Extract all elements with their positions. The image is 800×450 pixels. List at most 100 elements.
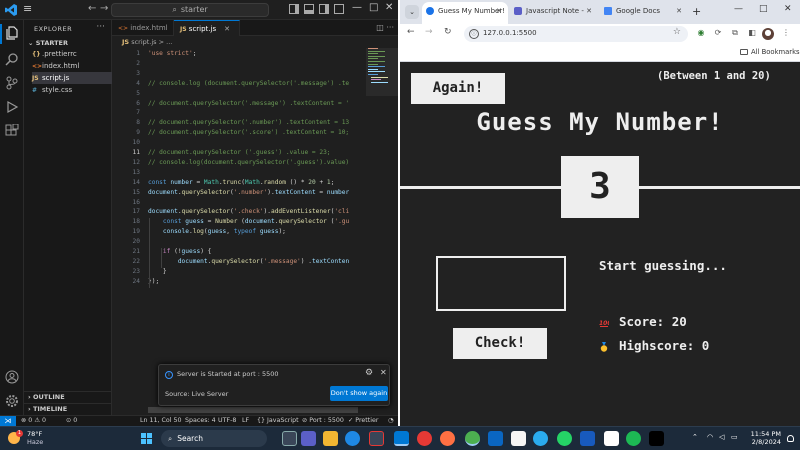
new-tab-button[interactable]: + bbox=[692, 5, 701, 18]
remote-icon[interactable]: ⋊ bbox=[0, 416, 16, 426]
minimap[interactable] bbox=[368, 48, 392, 88]
word-icon[interactable] bbox=[580, 431, 595, 446]
layout-icon[interactable] bbox=[334, 4, 344, 14]
back-arrow-icon[interactable]: ← bbox=[88, 3, 96, 14]
chrome-menu-icon[interactable]: ⋮ bbox=[780, 28, 792, 40]
code-line[interactable]: // document.querySelector('.number') .te… bbox=[148, 119, 349, 126]
taskbar-search[interactable]: ⌕ Search bbox=[161, 430, 267, 447]
linkedin-icon[interactable] bbox=[488, 431, 503, 446]
explorer-files-icon[interactable] bbox=[5, 26, 19, 40]
battery-icon[interactable]: ▭ bbox=[731, 433, 738, 441]
language-status[interactable]: {} JavaScript bbox=[257, 417, 299, 424]
folder-starter[interactable]: ⌄ STARTER bbox=[28, 39, 68, 47]
tab-script-js[interactable]: JS script.js ✕ bbox=[174, 20, 240, 36]
extension-grammar-icon[interactable]: ◉ bbox=[695, 28, 707, 40]
menu-icon[interactable]: ≡ bbox=[23, 2, 32, 15]
code-line[interactable]: // document.querySelector('.score') .tex… bbox=[148, 129, 349, 136]
code-line[interactable]: // console.log(document.querySelector('.… bbox=[148, 159, 349, 166]
code-line[interactable]: document.querySelector('.check').addEven… bbox=[148, 208, 349, 215]
source-control-icon[interactable] bbox=[5, 76, 19, 90]
code-line[interactable]: if (!guess) { bbox=[148, 248, 211, 255]
extension-refresh-icon[interactable]: ⟳ bbox=[712, 28, 724, 40]
url-text[interactable]: 127.0.0.1:5500 bbox=[483, 29, 537, 37]
tray-chevron-up-icon[interactable]: ⌃ bbox=[692, 433, 698, 441]
prettier-status[interactable]: ✓ Prettier bbox=[348, 417, 378, 424]
code-line[interactable]: const guess = Number (document.querySele… bbox=[148, 218, 349, 225]
forward-arrow-icon[interactable]: → bbox=[100, 3, 108, 14]
edge-icon[interactable] bbox=[345, 431, 360, 446]
tab-search-chevron-icon[interactable]: ⌄ bbox=[405, 5, 419, 19]
dont-show-again-button[interactable]: Don't show again bbox=[330, 386, 388, 401]
close-tab-icon[interactable]: ✕ bbox=[496, 2, 502, 20]
taskbar-clock[interactable]: 11:54 PM 2/8/2024 bbox=[743, 430, 781, 446]
chrome-taskbar-icon[interactable] bbox=[465, 431, 480, 446]
close-icon[interactable]: ✕ bbox=[385, 2, 393, 13]
live-server-port-status[interactable]: ⊘ Port : 5500 bbox=[302, 417, 344, 424]
task-view-icon[interactable] bbox=[282, 431, 297, 446]
notification-bell-icon[interactable]: ◔ bbox=[388, 417, 394, 424]
close-tab-icon[interactable]: ✕ bbox=[676, 2, 682, 20]
firefox-icon[interactable] bbox=[440, 431, 455, 446]
site-info-icon[interactable]: ⓘ bbox=[469, 29, 479, 39]
close-tab-icon[interactable]: ✕ bbox=[586, 2, 592, 20]
editor-actions-icon[interactable]: ◫ ··· bbox=[376, 23, 394, 32]
code-line[interactable]: document.querySelector('.number').textCo… bbox=[148, 189, 349, 196]
code-line[interactable]: // document.querySelector('.message') .t… bbox=[148, 100, 349, 107]
outline-section[interactable]: › OUTLINE bbox=[24, 391, 112, 403]
windows-start-icon[interactable] bbox=[141, 433, 153, 445]
speaker-icon[interactable]: ◁ bbox=[719, 433, 724, 441]
gear-icon[interactable]: ⚙ bbox=[365, 368, 373, 378]
telegram-icon[interactable] bbox=[533, 431, 548, 446]
profile-avatar[interactable]: ● bbox=[762, 28, 774, 40]
git-icon[interactable] bbox=[417, 431, 432, 446]
search-icon[interactable] bbox=[5, 52, 19, 66]
maximize-icon[interactable]: □ bbox=[369, 2, 378, 13]
code-line[interactable]: const number = Math.trunc(Math.random ()… bbox=[148, 179, 334, 186]
reload-icon[interactable]: ↻ bbox=[444, 27, 452, 37]
capcut-icon[interactable] bbox=[511, 431, 526, 446]
again-button[interactable]: Again! bbox=[411, 73, 505, 104]
code-line[interactable]: } bbox=[148, 268, 167, 275]
check-button[interactable]: Check! bbox=[453, 328, 547, 359]
run-debug-icon[interactable] bbox=[5, 100, 19, 114]
close-icon[interactable]: ✕ bbox=[784, 4, 792, 14]
extensions-icon[interactable] bbox=[5, 124, 19, 138]
more-actions-icon[interactable]: ··· bbox=[96, 22, 105, 32]
indentation-status[interactable]: Spaces: 4 bbox=[185, 417, 216, 424]
file-explorer-icon[interactable] bbox=[323, 431, 338, 446]
tab-index-html[interactable]: <> index.html bbox=[112, 20, 174, 36]
code-line[interactable]: 'use strict'; bbox=[148, 50, 196, 57]
file-index-html[interactable]: <>index.html bbox=[32, 60, 112, 72]
settings-gear-icon[interactable] bbox=[5, 394, 19, 408]
vscode-taskbar-icon[interactable] bbox=[394, 431, 409, 446]
file-script-js[interactable]: JS script.js bbox=[32, 72, 112, 84]
spotify-icon[interactable] bbox=[626, 431, 641, 446]
maximize-icon[interactable]: □ bbox=[759, 4, 768, 14]
store-icon[interactable] bbox=[369, 431, 384, 446]
ports-status[interactable]: ⊙ 0 bbox=[66, 417, 77, 424]
music-icon[interactable] bbox=[604, 431, 619, 446]
wifi-icon[interactable]: ◠ bbox=[707, 433, 713, 441]
file-style-css[interactable]: # style.css bbox=[32, 84, 112, 96]
toggle-sidebar-icon[interactable] bbox=[289, 4, 299, 14]
address-bar[interactable]: ⓘ 127.0.0.1:5500 ☆ bbox=[464, 26, 688, 42]
tab-javascript-note[interactable]: Javascript Note - ✕ bbox=[510, 2, 598, 22]
all-bookmarks-button[interactable]: All Bookmarks bbox=[740, 48, 800, 56]
forward-arrow-icon[interactable]: → bbox=[425, 27, 433, 37]
extensions-puzzle-icon[interactable]: ⧉ bbox=[729, 28, 741, 40]
minimize-icon[interactable]: — bbox=[352, 2, 362, 13]
tab-google-docs[interactable]: Google Docs ✕ bbox=[600, 2, 688, 22]
teams-icon[interactable] bbox=[301, 431, 316, 446]
code-line[interactable]: console.log(guess, typeof guess); bbox=[148, 228, 286, 235]
code-editor[interactable]: <> index.html JS script.js ✕ ◫ ··· JS scr… bbox=[112, 20, 398, 415]
code-line[interactable]: document.querySelector('.message') .text… bbox=[148, 258, 349, 265]
eol-status[interactable]: LF bbox=[242, 417, 249, 424]
back-arrow-icon[interactable]: ← bbox=[407, 27, 415, 37]
whatsapp-icon[interactable] bbox=[557, 431, 572, 446]
code-line[interactable]: // console.log (document.querySelector('… bbox=[148, 80, 349, 87]
command-search-input[interactable]: ⌕ starter bbox=[111, 3, 269, 17]
minimize-icon[interactable]: — bbox=[734, 4, 743, 14]
toggle-secondary-sidebar-icon[interactable] bbox=[319, 4, 329, 14]
horizontal-scrollbar[interactable] bbox=[148, 407, 358, 413]
guess-input[interactable] bbox=[436, 256, 566, 311]
